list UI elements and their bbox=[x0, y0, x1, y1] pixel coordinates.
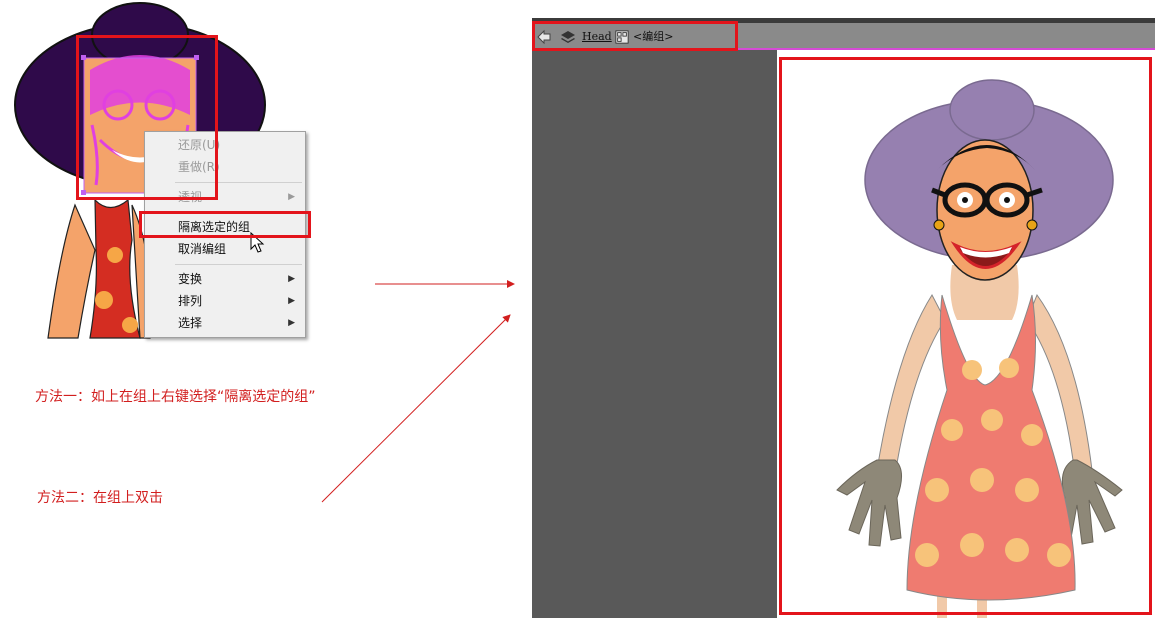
menu-separator bbox=[175, 264, 302, 265]
submenu-arrow-icon: ▶ bbox=[288, 318, 295, 328]
isolated-group-highlight-box bbox=[779, 57, 1152, 615]
submenu-arrow-icon: ▶ bbox=[288, 296, 295, 306]
menu-item-arrange[interactable]: 排列 ▶ bbox=[145, 290, 305, 312]
menu-item-select[interactable]: 选择 ▶ bbox=[145, 312, 305, 334]
method-one-note: 方法一：如上在组上右键选择“隔离选定的组” bbox=[35, 389, 316, 405]
submenu-arrow-icon: ▶ bbox=[288, 274, 295, 284]
isolation-bar-highlight-box bbox=[532, 21, 738, 51]
method-two-note: 方法二：在组上双击 bbox=[37, 490, 163, 506]
arrow-method-two bbox=[321, 314, 511, 503]
submenu-arrow-icon: ▶ bbox=[288, 192, 295, 202]
group-highlight-box bbox=[76, 35, 218, 200]
menu-item-transform[interactable]: 变换 ▶ bbox=[145, 268, 305, 290]
menu-item-highlight-box bbox=[139, 211, 311, 238]
menu-item-ungroup[interactable]: 取消编组 bbox=[145, 238, 305, 260]
